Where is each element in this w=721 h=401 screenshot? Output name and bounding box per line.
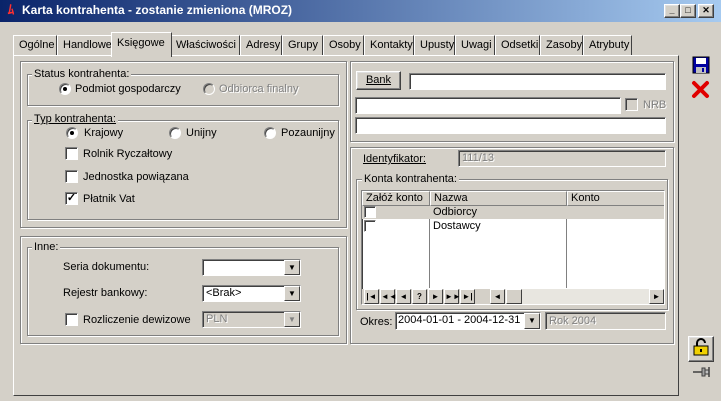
typ-legend: Typ kontrahenta:	[32, 113, 118, 125]
save-icon	[692, 56, 710, 74]
radio-podmiot-label: Podmiot gospodarczy	[75, 83, 181, 95]
lock-button[interactable]	[688, 336, 714, 362]
row-nazwa: Odbiorcy	[433, 206, 478, 218]
radio-unijny-label: Unijny	[186, 127, 217, 139]
chevron-down-icon[interactable]: ▼	[284, 286, 300, 301]
last-record-icon[interactable]: ►|	[460, 289, 475, 304]
minimize-button[interactable]: _	[664, 4, 680, 18]
konta-grid[interactable]: Załóż konto Nazwa Konto Odbiorcy Dostawc…	[361, 190, 665, 305]
checkbox-rozliczenie[interactable]	[65, 313, 78, 326]
rok-field: Rok 2004	[545, 312, 666, 330]
next-page-icon[interactable]: ►►	[444, 289, 461, 304]
chevron-down-icon[interactable]: ▼	[524, 313, 540, 329]
tab-grupy[interactable]: Grupy	[282, 35, 323, 56]
checkbox-jednostka[interactable]	[65, 170, 78, 183]
rejestr-value: <Brak>	[206, 287, 242, 299]
lock-icon	[693, 338, 709, 356]
next-record-icon[interactable]: ►	[428, 289, 443, 304]
prev-record-icon[interactable]: ◄	[396, 289, 411, 304]
table-row[interactable]: Odbiorcy	[362, 206, 664, 219]
tab-upusty[interactable]: Upusty	[414, 35, 455, 56]
table-row[interactable]: Dostawcy	[362, 220, 664, 233]
checkbox-zaloz-konto[interactable]	[364, 206, 376, 218]
waluta-select: PLN ▼	[202, 311, 301, 328]
horizontal-scrollbar[interactable]: ◄ ►	[490, 289, 664, 304]
okres-label: Okres:	[360, 316, 393, 328]
tab-osoby[interactable]: Osoby	[323, 35, 364, 56]
radio-krajowy[interactable]	[66, 127, 78, 139]
checkbox-rolnik[interactable]	[65, 147, 78, 160]
column-header-zaloz[interactable]: Załóż konto	[362, 191, 430, 206]
bank-button-label: Bank	[365, 74, 392, 86]
tab-atrybuty[interactable]: Atrybuty	[583, 35, 632, 56]
radio-pozaunijny[interactable]	[264, 127, 276, 139]
identyfikator-label: Identyfikator:	[363, 153, 426, 165]
status-legend: Status kontrahenta:	[32, 68, 132, 80]
identyfikator-value: 111/13	[462, 152, 495, 164]
radio-podmiot[interactable]	[59, 83, 71, 95]
radio-odbiorca	[203, 83, 215, 95]
app-icon: ﾑ	[7, 2, 15, 17]
account-number-input[interactable]	[355, 97, 621, 114]
maximize-button[interactable]: □	[680, 4, 696, 18]
tab-zasoby[interactable]: Zasoby	[540, 35, 583, 56]
radio-odbiorca-label: Odbiorca finalny	[219, 83, 299, 95]
tab-kontakty[interactable]: Kontakty	[364, 35, 414, 56]
help-icon[interactable]: ?	[412, 289, 427, 304]
checkbox-jednostka-label: Jednostka powiązana	[83, 171, 189, 183]
scroll-left-icon[interactable]: ◄	[490, 289, 505, 304]
save-button[interactable]	[688, 55, 714, 81]
bank-button[interactable]: Bank	[356, 71, 401, 90]
checkbox-rolnik-label: Rolnik Ryczałtowy	[83, 148, 173, 160]
tab-odsetki[interactable]: Odsetki	[495, 35, 540, 56]
inne-legend: Inne:	[32, 241, 61, 253]
checkbox-nrb	[625, 98, 638, 111]
scroll-right-icon[interactable]: ►	[649, 289, 664, 304]
pin-button[interactable]	[688, 362, 714, 388]
tab-wlasciwosci[interactable]: Właściwości	[170, 35, 240, 56]
grid-navigator: |◄ ◄◄ ◄? ► ►► ►| ◄ ►	[362, 289, 664, 304]
identyfikator-input: 111/13	[458, 150, 666, 167]
okres-value: 2004-01-01 - 2004-12-31	[398, 314, 521, 326]
pin-icon	[693, 367, 710, 377]
tab-uwagi[interactable]: Uwagi	[455, 35, 495, 56]
waluta-value: PLN	[206, 313, 228, 325]
scroll-thumb[interactable]	[506, 289, 522, 304]
tab-handlowe[interactable]: Handlowe	[57, 35, 113, 56]
checkbox-platnik[interactable]: ✓	[65, 192, 78, 205]
close-button[interactable]: ✕	[698, 4, 714, 18]
rozliczenie-label: Rozliczenie dewizowe	[83, 314, 191, 326]
bank-name-input[interactable]	[409, 73, 666, 90]
first-record-icon[interactable]: |◄	[364, 289, 379, 304]
nrb-label: NRB	[643, 99, 667, 111]
radio-pozaunijny-label: Pozaunijny	[281, 127, 335, 139]
title-bar[interactable]: ﾑ Karta kontrahenta - zostanie zmieniona…	[0, 0, 721, 22]
checkbox-platnik-label: Płatnik Vat	[83, 193, 135, 205]
chevron-down-icon: ▼	[284, 312, 300, 327]
konta-legend: Konta kontrahenta:	[362, 173, 459, 185]
checkbox-zaloz-konto[interactable]	[364, 220, 376, 232]
prev-page-icon[interactable]: ◄◄	[380, 289, 397, 304]
rok-value: Rok 2004	[549, 315, 597, 327]
rejestr-select[interactable]: <Brak> ▼	[202, 285, 301, 302]
cancel-icon	[692, 81, 709, 98]
seria-label: Seria dokumentu:	[63, 261, 150, 273]
bank-extra-input[interactable]	[355, 117, 666, 134]
tab-ksiegowe[interactable]: Księgowe	[111, 32, 172, 57]
radio-unijny[interactable]	[169, 127, 181, 139]
column-header-nazwa[interactable]: Nazwa	[430, 191, 567, 206]
seria-select[interactable]: ▼	[202, 259, 301, 276]
column-header-konto[interactable]: Konto	[567, 191, 664, 206]
chevron-down-icon[interactable]: ▼	[284, 260, 300, 275]
cancel-button[interactable]	[688, 79, 714, 105]
okres-select[interactable]: 2004-01-01 - 2004-12-31 ▼	[395, 312, 541, 330]
tab-adresy[interactable]: Adresy	[240, 35, 282, 56]
window-title: Karta kontrahenta - zostanie zmieniona (…	[22, 3, 293, 17]
tab-panel: Status kontrahenta: Podmiot gospodarczy …	[13, 55, 679, 396]
radio-krajowy-label: Krajowy	[84, 127, 124, 139]
tab-ogolne[interactable]: Ogólne	[13, 35, 57, 56]
row-nazwa: Dostawcy	[433, 220, 481, 232]
rejestr-label: Rejestr bankowy:	[63, 287, 148, 299]
